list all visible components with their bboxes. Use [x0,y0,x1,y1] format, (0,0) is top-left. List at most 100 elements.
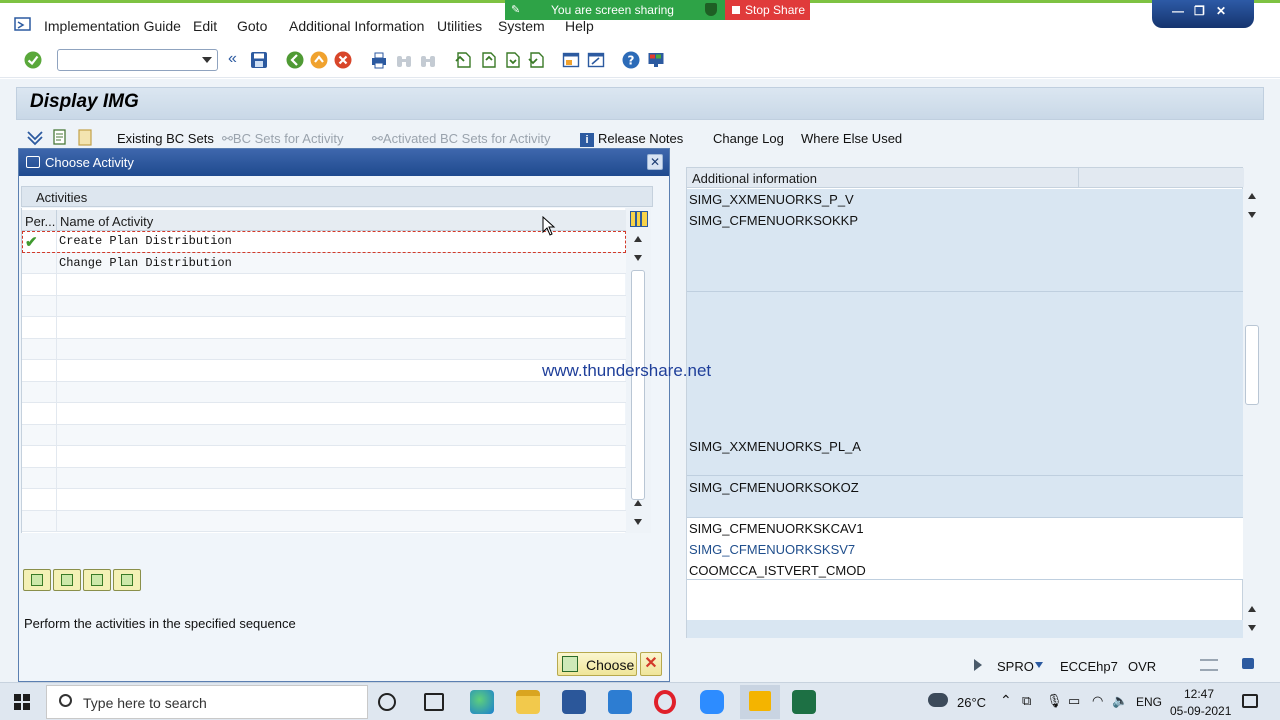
table-cell-link[interactable]: SIMG_CFMENUORKSKSV7 [689,542,855,557]
pen-icon[interactable]: ✎ [511,3,520,16]
cancel-icon[interactable] [334,51,352,69]
cortana-icon[interactable] [378,693,396,711]
table-cell[interactable]: COOMCCA_ISTVERT_CMOD [689,563,866,578]
activity-name[interactable]: Change Plan Distribution [59,256,232,270]
move-down-button[interactable] [83,569,111,591]
table-cell[interactable]: SIMG_XXMENUORKS_PL_A [689,439,861,454]
minimize-icon[interactable]: — [1172,4,1184,18]
battery-icon[interactable]: ▭ [1068,693,1080,709]
table-cell[interactable]: SIMG_CFMENUORKSOKOZ [689,480,859,495]
table-row[interactable]: SIMG_CFMENUORKSKCAV1 SIMG_CFMENUORKSKSV7… [687,518,1244,580]
close-icon[interactable]: ✕ [647,154,663,170]
scroll-down-icon[interactable] [634,519,642,525]
help-icon[interactable]: ? [622,51,640,69]
scroll-down-icon[interactable] [1248,212,1256,218]
volume-icon[interactable]: 🔈 [1112,693,1128,709]
previous-page-icon[interactable] [479,51,497,69]
menu-implementation-guide[interactable]: Implementation Guide [44,18,181,34]
bc-sets-for-activity-button[interactable]: ⚯BC Sets for Activity [222,131,343,147]
activity-name[interactable]: Create Plan Distribution [59,234,232,248]
move-to-bottom-button[interactable] [113,569,141,591]
microsoft-store-icon[interactable] [562,690,586,714]
column-additional-information[interactable]: Additional information [692,171,817,186]
menu-utilities[interactable]: Utilities [437,18,482,34]
mail-icon[interactable] [608,690,632,714]
table-row[interactable]: SIMG_CFMENUORKSOKOZ [687,476,1244,518]
expand-subtree-icon[interactable] [26,130,44,146]
scroll-down-icon[interactable] [1248,625,1256,631]
status-play-icon[interactable] [974,659,982,671]
vertical-scrollbar[interactable] [1243,187,1265,638]
file-explorer-icon[interactable] [516,690,540,714]
save-icon[interactable] [250,51,268,69]
meet-now-icon[interactable]: ⧉ [1022,693,1031,709]
excel-icon[interactable] [792,690,816,714]
menu-goto[interactable]: Goto [237,18,267,34]
menu-additional-information[interactable]: Additional Information [289,18,424,34]
document-search-icon[interactable] [52,129,70,146]
existing-bc-sets-button[interactable]: Existing BC Sets [117,131,214,146]
last-page-icon[interactable] [527,51,545,69]
table-row[interactable]: SIMG_XXMENUORKS_P_V SIMG_CFMENUORKSOKKP [687,189,1244,292]
generate-shortcut-icon[interactable] [587,51,605,69]
input-language[interactable]: ENG [1136,695,1162,709]
scroll-up-icon[interactable] [634,236,642,242]
weather-temperature[interactable]: 26°C [957,695,986,710]
menu-help[interactable]: Help [565,18,594,34]
sap-logon-task-active[interactable] [740,685,780,719]
menu-system[interactable]: System [498,18,545,34]
activated-bc-sets-button[interactable]: ⚯Activated BC Sets for Activity [372,131,551,147]
status-mode[interactable]: OVR [1128,659,1156,674]
release-notes-button[interactable]: i Release Notes [580,131,683,147]
taskbar-search[interactable]: Type here to search [46,685,368,719]
scroll-up-icon[interactable] [1248,606,1256,612]
create-session-icon[interactable] [562,51,580,69]
scroll-up-icon[interactable] [1248,193,1256,199]
next-page-icon[interactable] [503,51,521,69]
enter-check-icon[interactable] [24,51,42,69]
stop-share-button[interactable]: Stop Share [725,0,810,20]
where-else-used-button[interactable]: Where Else Used [801,131,902,146]
close-window-icon[interactable]: ✕ [1216,4,1226,18]
move-up-button[interactable] [53,569,81,591]
scroll-thumb[interactable] [1245,325,1259,405]
first-page-icon[interactable] [454,51,472,69]
menu-edit[interactable]: Edit [193,18,217,34]
scroll-thumb[interactable] [631,270,645,500]
table-cell[interactable]: SIMG_CFMENUORKSKCAV1 [689,521,864,536]
scroll-down-icon[interactable] [634,255,642,261]
column-name-of-activity[interactable]: Name of Activity [60,214,153,229]
task-view-icon[interactable] [424,693,444,711]
notifications-icon[interactable] [1242,694,1258,708]
choose-button[interactable]: Choose [557,652,637,676]
find-icon[interactable] [395,51,413,69]
clock-time[interactable]: 12:47 [1184,687,1214,701]
edge-browser-icon[interactable] [470,690,494,714]
move-to-top-button[interactable] [23,569,51,591]
customize-layout-icon[interactable] [647,51,665,69]
dialog-title-bar[interactable]: Choose Activity ✕ [19,149,669,176]
column-performed[interactable]: Per... [25,214,55,229]
print-icon[interactable] [370,51,388,69]
find-next-icon[interactable] [419,51,437,69]
change-log-button[interactable]: Change Log [713,131,784,146]
chevron-down-icon[interactable] [1035,662,1043,668]
collapse-toolbar-icon[interactable]: « [228,50,237,68]
weather-cloud-icon[interactable] [928,693,948,707]
wifi-icon[interactable]: ◠ [1092,693,1103,709]
status-transaction[interactable]: SPRO [997,659,1034,674]
window-menu-icon[interactable] [14,16,32,32]
scroll-up-icon[interactable] [634,500,642,506]
activity-row[interactable]: Change Plan Distribution [22,252,626,274]
microphone-icon[interactable]: 🎙 [1046,693,1063,709]
zoom-icon[interactable] [700,690,724,714]
command-field[interactable] [57,49,218,71]
clock-date[interactable]: 05-09-2021 [1170,704,1231,718]
back-icon[interactable] [286,51,304,69]
activity-row[interactable]: ✔ Create Plan Distribution [22,231,626,253]
opera-browser-icon[interactable] [654,690,676,714]
documentation-icon[interactable] [76,129,94,146]
table-cell[interactable]: SIMG_XXMENUORKS_P_V [689,192,854,207]
exit-icon[interactable] [310,51,328,69]
lock-icon[interactable] [1242,658,1254,669]
